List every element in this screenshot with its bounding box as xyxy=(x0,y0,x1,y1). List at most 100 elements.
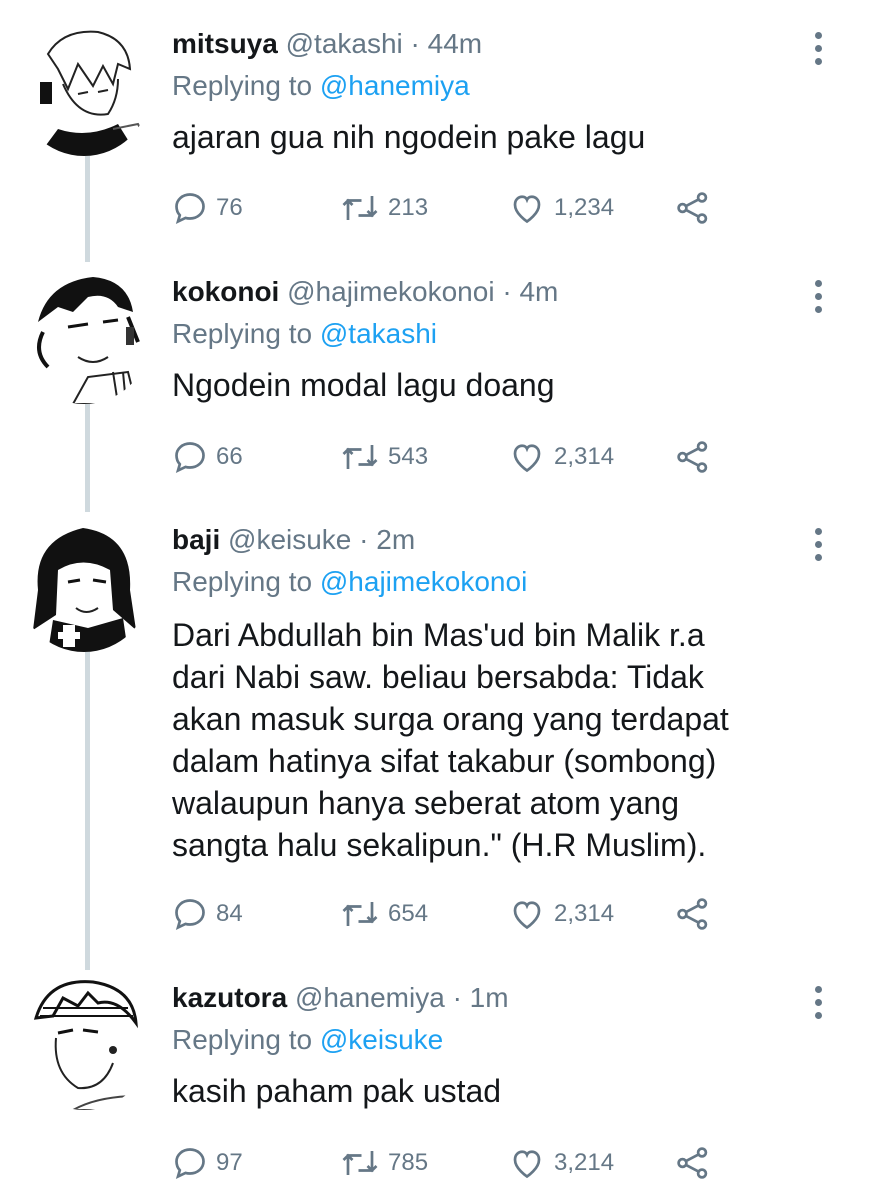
mention-link[interactable]: @hajimekokonoi xyxy=(320,566,527,597)
display-name[interactable]: kokonoi xyxy=(172,276,279,307)
action-bar: 97 785 3,214 xyxy=(172,1141,732,1185)
tweet-header: kazutora @hanemiya · 1m xyxy=(172,978,509,1018)
reply-icon xyxy=(175,899,205,931)
reply-button[interactable]: 76 xyxy=(172,186,243,230)
replying-to: Replying to @hajimekokonoi xyxy=(172,562,527,602)
separator: · xyxy=(452,982,462,1013)
like-count: 2,314 xyxy=(554,443,615,470)
separator: · xyxy=(410,28,420,59)
user-handle[interactable]: @hajimekokonoi xyxy=(287,276,494,307)
mention-link[interactable]: @takashi xyxy=(320,318,437,349)
action-bar: 66 543 2,314 xyxy=(172,435,732,479)
retweet-count: 785 xyxy=(388,1149,429,1176)
replying-to: Replying to @hanemiya xyxy=(172,66,470,106)
retweet-button[interactable]: 543 xyxy=(340,435,428,479)
tweet-text: Ngodein modal lagu doang xyxy=(172,367,555,403)
reply-icon xyxy=(175,193,205,225)
more-icon[interactable] xyxy=(808,984,828,1028)
user-handle[interactable]: @keisuke xyxy=(228,524,351,555)
retweet-icon xyxy=(342,902,378,926)
action-bar: 76 213 1,234 xyxy=(172,186,732,230)
share-icon xyxy=(677,1147,708,1179)
reply-button[interactable]: 84 xyxy=(172,892,243,936)
reply-count: 97 xyxy=(216,1149,243,1176)
avatar[interactable] xyxy=(18,520,150,652)
replying-label: Replying to xyxy=(172,1024,313,1055)
reply-icon xyxy=(175,1148,205,1180)
tweet-text-line: walaupun hanya seberat atom yang xyxy=(172,785,680,821)
like-count: 3,214 xyxy=(554,1149,615,1176)
retweet-icon xyxy=(342,196,378,220)
share-button[interactable] xyxy=(674,892,720,936)
user-handle[interactable]: @hanemiya xyxy=(295,982,445,1013)
tweet-header: kokonoi @hajimekokonoi · 4m xyxy=(172,272,558,312)
tweet[interactable]: mitsuya @takashi · 44m Replying to @hane… xyxy=(0,24,883,244)
reply-count: 76 xyxy=(216,194,243,221)
more-icon[interactable] xyxy=(808,30,828,74)
tweet-text-line: dari Nabi saw. beliau bersabda: Tidak xyxy=(172,659,704,695)
display-name[interactable]: kazutora xyxy=(172,982,287,1013)
replying-label: Replying to xyxy=(172,318,313,349)
retweet-count: 654 xyxy=(388,900,429,927)
share-button[interactable] xyxy=(674,1141,720,1185)
timestamp[interactable]: 1m xyxy=(470,982,509,1013)
mention-link[interactable]: @hanemiya xyxy=(320,70,470,101)
timestamp[interactable]: 2m xyxy=(376,524,415,555)
tweet-text-line: Dari Abdullah bin Mas'ud bin Malik r.a xyxy=(172,617,705,653)
retweet-button[interactable]: 213 xyxy=(340,186,428,230)
share-icon xyxy=(677,898,708,930)
retweet-icon xyxy=(342,1151,378,1175)
avatar[interactable] xyxy=(18,24,150,156)
display-name[interactable]: mitsuya xyxy=(172,28,278,59)
separator: · xyxy=(359,524,369,555)
share-icon xyxy=(677,192,708,224)
share-button[interactable] xyxy=(674,186,720,230)
tweet-text-line: sangta halu sekalipun." (H.R Muslim). xyxy=(172,827,707,863)
mention-link[interactable]: @keisuke xyxy=(320,1024,443,1055)
more-icon[interactable] xyxy=(808,526,828,570)
avatar[interactable] xyxy=(18,978,150,1110)
like-button[interactable]: 3,214 xyxy=(508,1141,614,1185)
tweet[interactable]: kazutora @hanemiya · 1m Replying to @kei… xyxy=(0,978,883,1198)
reply-button[interactable]: 97 xyxy=(172,1141,243,1185)
like-count: 2,314 xyxy=(554,900,615,927)
reply-icon xyxy=(175,442,205,474)
share-button[interactable] xyxy=(674,435,720,479)
retweet-button[interactable]: 785 xyxy=(340,1141,428,1185)
like-count: 1,234 xyxy=(554,194,615,221)
tweet-text: Dari Abdullah bin Mas'ud bin Malik r.a d… xyxy=(172,614,852,866)
like-icon xyxy=(513,195,541,224)
like-icon xyxy=(513,444,541,473)
like-button[interactable]: 1,234 xyxy=(508,186,614,230)
tweet-text-line: akan masuk surga orang yang terdapat xyxy=(172,701,729,737)
retweet-count: 213 xyxy=(388,194,429,221)
like-icon xyxy=(513,901,541,930)
tweet-header: mitsuya @takashi · 44m xyxy=(172,24,482,64)
like-icon xyxy=(513,1150,541,1179)
tweet-text: ajaran gua nih ngodein pake lagu xyxy=(172,119,646,155)
like-button[interactable]: 2,314 xyxy=(508,892,614,936)
share-icon xyxy=(677,441,708,473)
tweet-text-line: dalam hatinya sifat takabur (sombong) xyxy=(172,743,717,779)
tweet[interactable]: kokonoi @hajimekokonoi · 4m Replying to … xyxy=(0,272,883,492)
tweet-header: baji @keisuke · 2m xyxy=(172,520,415,560)
timestamp[interactable]: 44m xyxy=(428,28,482,59)
more-icon[interactable] xyxy=(808,278,828,322)
retweet-button[interactable]: 654 xyxy=(340,892,428,936)
retweet-icon xyxy=(342,445,378,469)
replying-to: Replying to @takashi xyxy=(172,314,437,354)
reply-count: 84 xyxy=(216,900,243,927)
separator: · xyxy=(502,276,512,307)
action-bar: 84 654 2,314 xyxy=(172,892,732,936)
replying-to: Replying to @keisuke xyxy=(172,1020,443,1060)
display-name[interactable]: baji xyxy=(172,524,220,555)
reply-button[interactable]: 66 xyxy=(172,435,243,479)
retweet-count: 543 xyxy=(388,443,429,470)
timestamp[interactable]: 4m xyxy=(519,276,558,307)
tweet-text: kasih paham pak ustad xyxy=(172,1073,502,1109)
reply-count: 66 xyxy=(216,443,243,470)
tweet[interactable]: baji @keisuke · 2m Replying to @hajimeko… xyxy=(0,520,883,940)
avatar[interactable] xyxy=(18,272,150,404)
like-button[interactable]: 2,314 xyxy=(508,435,614,479)
user-handle[interactable]: @takashi xyxy=(286,28,403,59)
